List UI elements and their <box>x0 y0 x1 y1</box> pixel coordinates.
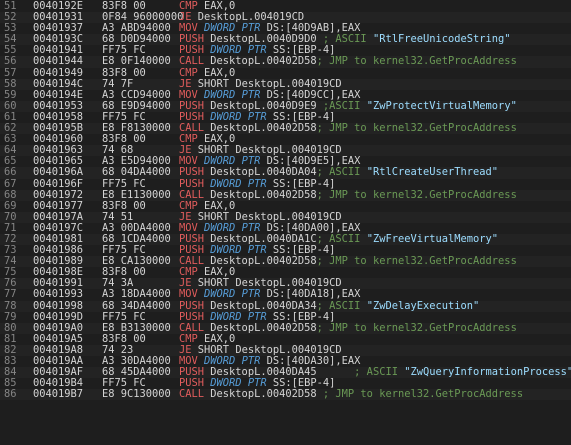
code-line[interactable]: 74 00401989 E8 CA130000 CALL DesktopL.00402… <box>0 255 571 268</box>
code-line[interactable]: 56 00401944 E8 0F140000 CALL DesktopL.00402… <box>0 55 571 68</box>
code-line[interactable]: 86 004019B7 E8 9C130000 CALL DesktopL.00402… <box>0 388 571 401</box>
ascii-string: "ZwDelayExecution" <box>366 299 480 312</box>
comment: ; JMP to kernel32.GetProcAddress <box>316 188 517 201</box>
address: 00401993 <box>33 288 84 301</box>
line-number: 78 <box>4 299 17 312</box>
line-number: 77 <box>4 288 17 301</box>
line-number: 86 <box>4 388 17 401</box>
hex-bytes: E8 0F140000 <box>102 55 171 68</box>
address: 0040196A <box>33 166 84 179</box>
hex-bytes: 68 04DA4000 <box>102 166 171 179</box>
comment: ; JMP to kernel32.GetProcAddress <box>316 255 517 268</box>
code-line[interactable]: 68 00401972 E8 E1130000 CALL DesktopL.00402… <box>0 188 571 201</box>
address: 00401998 <box>33 299 84 312</box>
line-number: 66 <box>4 166 17 179</box>
comment: ; JMP to kernel32.GetProcAddress <box>316 122 517 135</box>
ascii-string: "ZwProtectVirtualMemory" <box>366 99 517 112</box>
instruction: CALL DesktopL.00402D58 ; JMP to kernel32… <box>179 389 523 400</box>
code-line[interactable]: 62 0040195B E8 F8130000 CALL DesktopL.00402… <box>0 122 571 135</box>
line-number: 67 <box>4 177 17 190</box>
code-line[interactable]: 80 004019A0 E8 B3130000 CALL DesktopL.00402… <box>0 321 571 334</box>
hex-bytes: E8 9C130000 <box>102 388 171 401</box>
address: 0040196F <box>33 177 84 190</box>
disassembly-listing: 51 0040192E 83F8 00 CMP EAX,0 52 00401931 0F84… <box>0 0 571 445</box>
comment: ; ASCII <box>354 366 405 379</box>
line-number: 56 <box>4 55 17 68</box>
mnemonic: CALL <box>179 388 211 401</box>
comment: ; JMP to kernel32.GetProcAddress <box>316 321 517 334</box>
address: 00401944 <box>33 55 84 68</box>
ascii-string: "ZwFreeVirtualMemory" <box>366 232 499 245</box>
hex-bytes: 83F8 00 <box>102 66 146 79</box>
ascii-string: "RtlFreeUnicodeString" <box>372 33 511 46</box>
operand: DesktopL.00402D58 <box>210 388 323 401</box>
hex-bytes: 68 34DA4000 <box>102 299 171 312</box>
hex-bytes: FF75 FC <box>102 177 146 190</box>
ascii-string: "ZwQueryInformationProcess" <box>404 366 571 379</box>
address: 00401949 <box>33 66 84 79</box>
comment: ; JMP to kernel32.GetProcAddress <box>322 388 524 401</box>
line-number: 57 <box>4 66 17 79</box>
address: 004019B7 <box>33 388 84 401</box>
ascii-string: "RtlCreateUserThread" <box>366 166 499 179</box>
hex-bytes: A3 18DA4000 <box>102 288 171 301</box>
comment: ; JMP to kernel32.GetProcAddress <box>316 55 517 68</box>
